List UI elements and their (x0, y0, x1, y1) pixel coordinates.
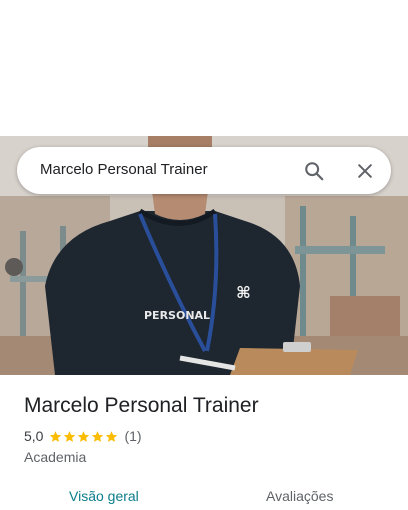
star-icon (78, 430, 90, 442)
tab-overview[interactable]: Visão geral (69, 488, 139, 504)
star-icon (50, 430, 62, 442)
tab-reviews[interactable]: Avaliações (266, 488, 333, 504)
star-icon (106, 430, 118, 442)
rating-stars (49, 430, 119, 443)
rating-row: 5,0 (1) (24, 428, 142, 444)
star-icon (92, 430, 104, 442)
close-icon[interactable] (349, 155, 380, 186)
place-title: Marcelo Personal Trainer (24, 394, 259, 417)
search-input[interactable]: Marcelo Personal Trainer (40, 161, 208, 178)
star-icon (64, 430, 76, 442)
shirt-print-text: PERSONAL (144, 309, 210, 322)
search-icon[interactable] (298, 155, 329, 186)
top-blank-area (0, 0, 408, 136)
search-bar[interactable]: Marcelo Personal Trainer (17, 147, 391, 194)
rating-value: 5,0 (24, 428, 44, 444)
review-count[interactable]: (1) (124, 428, 141, 444)
svg-text:⌘: ⌘ (236, 283, 251, 302)
place-category: Academia (24, 449, 87, 465)
